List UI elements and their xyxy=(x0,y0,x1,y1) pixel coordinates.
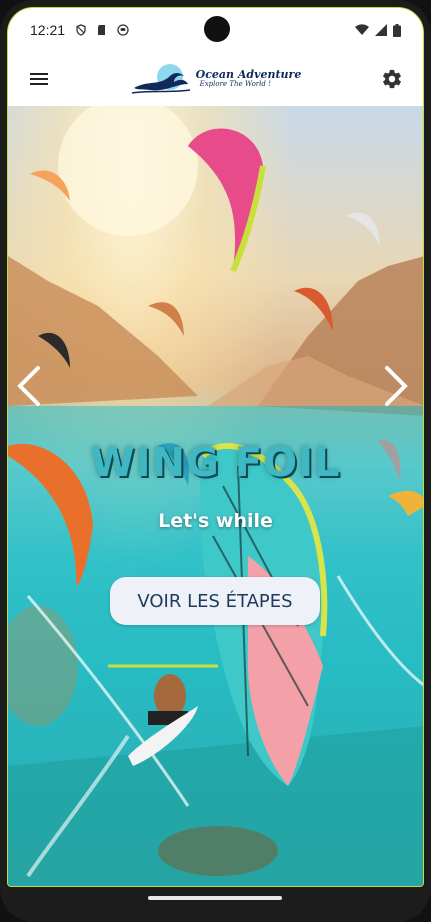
carousel-prev-button[interactable] xyxy=(12,364,46,408)
view-steps-button[interactable]: VOIR LES ÉTAPES xyxy=(110,577,320,625)
device-frame: 12:21 Ocean Adventure Explore The World … xyxy=(0,0,431,922)
brand-text: Ocean Adventure Explore The World ! xyxy=(196,69,302,89)
system-nav-bar xyxy=(0,887,431,922)
gear-icon xyxy=(383,69,401,89)
hamburger-menu-icon xyxy=(30,73,48,85)
brand-subtitle: Explore The World ! xyxy=(199,80,271,88)
home-indicator[interactable] xyxy=(148,896,282,900)
brand-title: Ocean Adventure xyxy=(195,68,302,81)
brand-logo[interactable]: Ocean Adventure Explore The World ! xyxy=(130,62,302,96)
hero-subtitle: Let's while xyxy=(158,510,273,532)
chevron-right-icon xyxy=(385,366,408,406)
hero-carousel[interactable]: WING FOIL Let's while VOIR LES ÉTAPES xyxy=(8,106,423,886)
android-icon xyxy=(117,24,129,36)
status-right-icons xyxy=(355,23,401,37)
wave-logo-icon xyxy=(131,64,190,94)
signal-icon xyxy=(375,24,387,36)
hero-title: WING FOIL xyxy=(90,440,341,486)
menu-button[interactable] xyxy=(26,66,52,92)
screen: 12:21 Ocean Adventure Explore The World … xyxy=(7,7,424,887)
hero-background-image xyxy=(8,106,423,886)
settings-button[interactable] xyxy=(379,66,405,92)
battery-icon xyxy=(393,23,401,37)
sd-card-icon xyxy=(98,25,106,35)
shield-icon xyxy=(76,24,86,36)
front-camera xyxy=(204,16,230,42)
chevron-left-icon xyxy=(17,366,40,406)
wifi-icon xyxy=(355,24,369,35)
app-bar: Ocean Adventure Explore The World ! xyxy=(8,52,423,106)
status-time: 12:21 xyxy=(30,22,66,38)
carousel-next-button[interactable] xyxy=(379,364,413,408)
